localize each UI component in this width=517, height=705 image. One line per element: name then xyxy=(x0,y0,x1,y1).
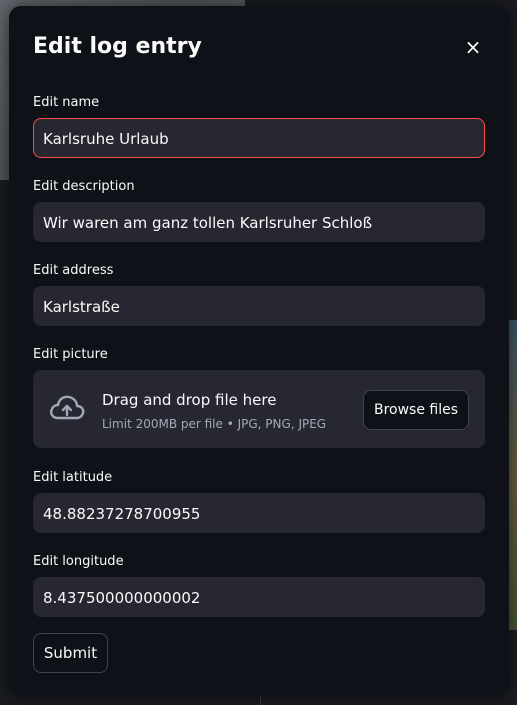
dropzone-instructions: Drag and drop file here xyxy=(102,391,277,409)
longitude-label: Edit longitude xyxy=(33,554,124,569)
name-input[interactable]: Karlsruhe Urlaub xyxy=(33,118,485,158)
latitude-input[interactable]: 48.88237278700955 xyxy=(33,493,485,533)
dropzone-limit: Limit 200MB per file • JPG, PNG, JPEG xyxy=(102,417,327,431)
picture-label: Edit picture xyxy=(33,347,108,362)
submit-button[interactable]: Submit xyxy=(33,633,108,673)
address-label: Edit address xyxy=(33,263,114,278)
latitude-label: Edit latitude xyxy=(33,470,113,485)
close-icon[interactable]: × xyxy=(464,37,482,57)
description-label: Edit description xyxy=(33,179,135,194)
dialog-title: Edit log entry xyxy=(33,34,202,59)
address-input[interactable]: Karlstraße xyxy=(33,286,485,326)
cloud-upload-icon xyxy=(50,395,85,420)
longitude-input[interactable]: 8.437500000000002 xyxy=(33,577,485,617)
name-label: Edit name xyxy=(33,95,100,110)
file-dropzone[interactable]: Drag and drop file here Limit 200MB per … xyxy=(33,370,485,448)
browse-files-button[interactable]: Browse files xyxy=(363,390,469,430)
edit-log-entry-dialog: Edit log entry × Edit name Karlsruhe Url… xyxy=(9,6,509,696)
description-input[interactable]: Wir waren am ganz tollen Karlsruher Schl… xyxy=(33,202,485,242)
